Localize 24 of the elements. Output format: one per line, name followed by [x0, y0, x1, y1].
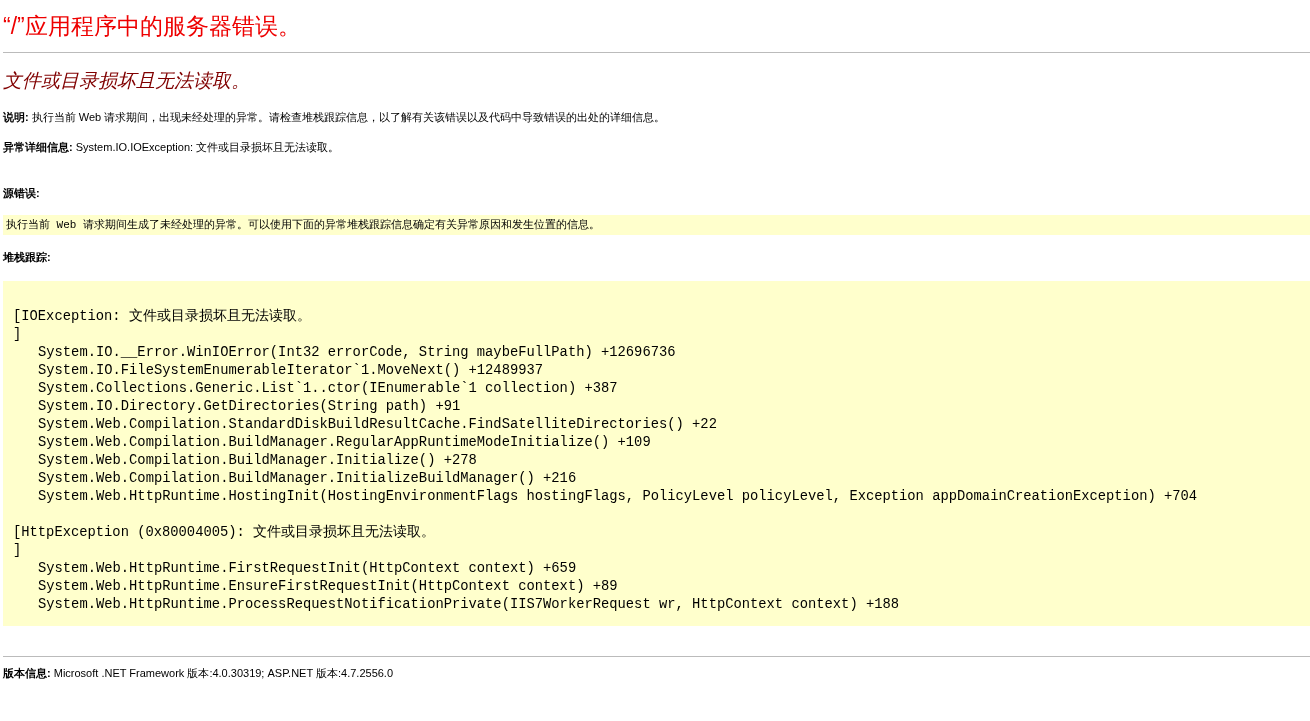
bracket-text: ] [13, 542, 23, 560]
exception-details-text: 异常详细信息: System.IO.IOException: 文件或目录损坏且无法读取。 [3, 140, 341, 155]
page-title: “/”应用程序中的服务器错误。 [3, 12, 302, 41]
exception-header: [HttpException (0x80004005): 文件或目录损坏且无法读取。 [13, 524, 437, 542]
stack-frame: System.IO.__Error.WinIOError(Int32 errorCode, String maybeFullPath) +12696736 [13, 344, 1300, 362]
stack-frame: System.Web.Compilation.BuildManager.InitializeBuildManager() +216 [13, 470, 1300, 488]
stack-frame: System.Web.HttpRuntime.EnsureFirstRequestInit(HttpContext context) +89 [13, 578, 1300, 596]
description-text: 说明: 执行当前 Web 请求期间，出现未经处理的异常。请检查堆栈跟踪信息，以了解有关该错误以及代码中导致错误的出处的详细信息。 [3, 110, 667, 125]
version-info-text: 版本信息: Microsoft .NET Framework 版本:4.0.30319; ASP.NET 版本:4.7.2556.0 [3, 666, 395, 681]
stack-frame: System.Web.Compilation.BuildManager.RegularAppRuntimeModeInitialize() +109 [13, 434, 1300, 452]
source-error-message: 执行当前 Web 请求期间生成了未经处理的异常。可以使用下面的异常堆栈跟踪信息确定有关异常原因和发生位置的信息。 [3, 215, 1310, 235]
error-heading: 文件或目录损坏且无法读取。 [3, 69, 251, 93]
stack-frame: System.Web.HttpRuntime.HostingInit(HostingEnvironmentFlags hostingFlags, PolicyLevel policyLevel, Exception appDomainCreationException) +704 [13, 488, 1300, 506]
stack-frame: System.Web.HttpRuntime.FirstRequestInit(HttpContext context) +659 [13, 560, 1300, 578]
stack-frame: System.Web.Compilation.BuildManager.Initialize() +278 [13, 452, 1300, 470]
section-heading: 源错误: [3, 186, 41, 201]
stack-frame: System.IO.FileSystemEnumerableIterator`1.MoveNext() +12489937 [13, 362, 1300, 380]
stack-frame: System.IO.Directory.GetDirectories(String path) +91 [13, 398, 1300, 416]
bracket-text: ] [13, 326, 23, 344]
stack-frame: System.Web.Compilation.StandardDiskBuildResultCache.FindSatelliteDirectories() +22 [13, 416, 1300, 434]
exception-header: [IOException: 文件或目录损坏且无法读取。 [13, 308, 312, 326]
stack-frame: System.Web.HttpRuntime.ProcessRequestNotificationPrivate(IIS7WorkerRequest wr, HttpContext context) +188 [13, 596, 1300, 614]
section-heading: 堆栈跟踪: [3, 250, 52, 265]
stack-frame: System.Collections.Generic.List`1..ctor(IEnumerable`1 collection) +387 [13, 380, 1300, 398]
